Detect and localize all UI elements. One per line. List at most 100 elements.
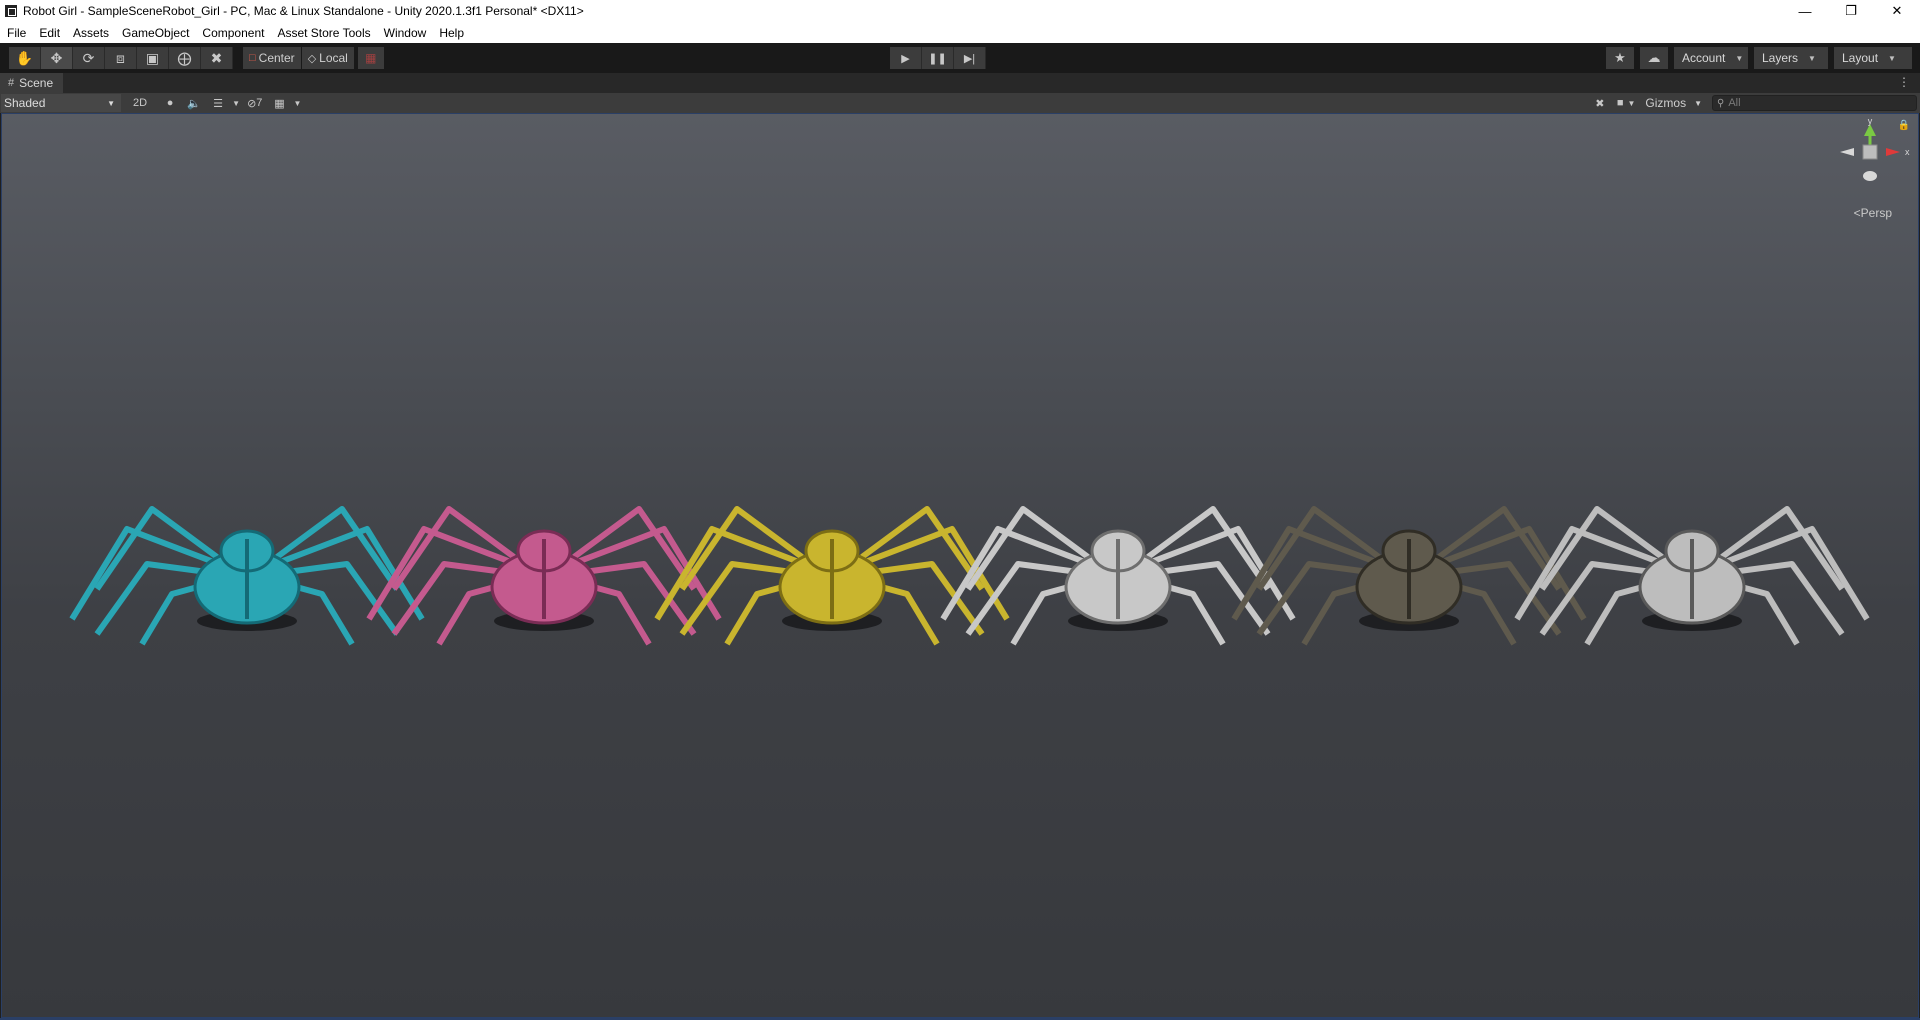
scene-visibility-toggle[interactable]: ⊘ 7 — [243, 94, 266, 112]
menu-edit[interactable]: Edit — [39, 26, 66, 40]
title-bar: Robot Girl - SampleSceneRobot_Girl - PC,… — [0, 0, 1920, 22]
x-axis-cone[interactable] — [1886, 148, 1900, 156]
unity-logo-icon — [5, 5, 17, 17]
play-icon: ▶ — [901, 52, 910, 65]
scene-tab-bar: # Scene ⋮ — [0, 73, 1920, 93]
scale-tool-button[interactable]: ⧈ — [105, 47, 137, 69]
collab-button[interactable]: ★ — [1606, 47, 1634, 69]
transform-tools: ✋ ✥ ⟳ ⧈ ▣ ⨁ ✖ — [9, 47, 233, 69]
restore-button[interactable]: ❐ — [1828, 0, 1874, 22]
chevron-down-icon: ▼ — [1694, 98, 1702, 108]
play-button[interactable]: ▶ — [890, 47, 922, 69]
lighting-toggle[interactable]: ● — [159, 94, 181, 112]
lock-icon[interactable]: 🔒 — [1898, 120, 1910, 131]
rotate-tool-button[interactable]: ⟳ — [73, 47, 105, 69]
search-icon: ⚲ — [1717, 97, 1725, 109]
spider-models[interactable] — [2, 114, 1919, 1018]
camera-icon: ■ — [1616, 97, 1624, 109]
menu-bar: File Edit Assets GameObject Component As… — [0, 22, 1920, 43]
scale-icon: ⧈ — [116, 49, 125, 66]
grid-icon: ▦ — [274, 97, 285, 110]
audio-toggle[interactable]: 🔈 — [183, 94, 205, 112]
layers-label: Layers — [1762, 51, 1799, 65]
pivot-position-toggle[interactable]: □ Center — [243, 47, 301, 69]
custom-tool-button[interactable]: ✖ — [201, 47, 233, 69]
grid-snap-icon: ▦ — [365, 51, 377, 65]
account-dropdown[interactable]: Account ▼ — [1674, 47, 1748, 69]
effects-dropdown[interactable]: ▼ — [231, 94, 241, 112]
grid-toggle[interactable]: ▦ — [268, 94, 290, 112]
camera-button[interactable]: ■ ▼ — [1613, 94, 1640, 112]
gizmos-dropdown[interactable]: Gizmos ▼ — [1641, 94, 1706, 112]
lightbulb-icon: ● — [166, 97, 174, 109]
chevron-down-icon: ▼ — [293, 98, 302, 108]
search-placeholder: All — [1728, 97, 1741, 109]
step-button[interactable]: ▶| — [954, 47, 986, 69]
chevron-down-icon: ▼ — [107, 98, 115, 108]
x-axis-label: x — [1905, 147, 1910, 157]
chevron-down-icon: ▼ — [1808, 53, 1816, 63]
shading-mode-label: Shaded — [4, 96, 46, 110]
spider-model[interactable] — [366, 506, 722, 646]
collab-icon: ★ — [1614, 50, 1626, 65]
grid-dropdown[interactable]: ▼ — [292, 94, 302, 112]
move-tool-button[interactable]: ✥ — [41, 47, 73, 69]
spider-model[interactable] — [654, 506, 1010, 646]
grid-snap-button[interactable]: ▦ — [357, 47, 384, 69]
more-options-icon[interactable]: ⋮ — [1898, 75, 1910, 89]
spider-model[interactable] — [1231, 506, 1587, 646]
window-title: Robot Girl - SampleSceneRobot_Girl - PC,… — [23, 4, 584, 18]
transform-icon: ⨁ — [177, 49, 192, 66]
shading-mode-dropdown[interactable]: Shaded ▼ — [1, 94, 121, 112]
rect-tool-button[interactable]: ▣ — [137, 47, 169, 69]
tools-button[interactable]: ✖ — [1589, 94, 1611, 112]
spider-model[interactable] — [1514, 506, 1870, 646]
scene-tab-label: Scene — [19, 76, 54, 90]
pivot-center-icon: □ — [249, 52, 256, 64]
scene-toolbar: Shaded ▼ 2D ● 🔈 ☰ ▼ ⊘ 7 ▦ ▼ ✖ ■ ▼ Gizmos… — [0, 93, 1920, 113]
neg-z-axis-cone[interactable] — [1863, 171, 1877, 181]
rotate-icon: ⟳ — [82, 49, 95, 66]
scene-viewport[interactable]: y x 🔒 <Persp — [1, 113, 1919, 1018]
2d-toggle[interactable]: 2D — [129, 94, 151, 112]
scene-toolbar-right: ✖ ■ ▼ Gizmos ▼ ⚲ All — [1587, 94, 1917, 112]
neg-x-axis-cone[interactable] — [1840, 148, 1854, 156]
menu-window[interactable]: Window — [384, 26, 433, 40]
gizmo-center-cube[interactable] — [1862, 144, 1878, 160]
local-cube-icon: ◇ — [307, 52, 317, 65]
effects-toggle[interactable]: ☰ — [207, 94, 229, 112]
menu-help[interactable]: Help — [439, 26, 470, 40]
hand-tool-button[interactable]: ✋ — [9, 47, 41, 69]
layers-dropdown[interactable]: Layers ▼ — [1754, 47, 1828, 69]
account-label: Account — [1682, 51, 1726, 65]
transform-tool-button[interactable]: ⨁ — [169, 47, 201, 69]
menu-component[interactable]: Component — [202, 26, 270, 40]
window-controls: — ❐ ✕ — [1782, 0, 1920, 22]
menu-asset-store-tools[interactable]: Asset Store Tools — [277, 26, 376, 40]
spider-model[interactable] — [69, 506, 425, 646]
layout-dropdown[interactable]: Layout ▼ — [1834, 47, 1912, 69]
pause-button[interactable]: ❚❚ — [922, 47, 954, 69]
menu-assets[interactable]: Assets — [73, 26, 115, 40]
hand-icon: ✋ — [15, 49, 34, 66]
menu-gameobject[interactable]: GameObject — [122, 26, 195, 40]
close-button[interactable]: ✕ — [1874, 0, 1920, 22]
cloud-button[interactable]: ☁ — [1640, 47, 1668, 69]
minimize-button[interactable]: — — [1782, 0, 1828, 22]
search-input[interactable]: ⚲ All — [1712, 95, 1917, 111]
persp-chevron-icon: < — [1853, 206, 1861, 220]
toolbar-right: ★ ☁ Account ▼ Layers ▼ Layout ▼ — [1600, 47, 1912, 69]
tools-icon: ✖ — [210, 49, 223, 66]
chevron-down-icon: ▼ — [1735, 53, 1744, 63]
spider-model[interactable] — [940, 506, 1296, 646]
pause-icon: ❚❚ — [928, 52, 947, 65]
pivot-rotation-toggle[interactable]: ◇ Local — [301, 47, 354, 69]
step-icon: ▶| — [963, 52, 976, 65]
projection-toggle[interactable]: <Persp — [1854, 206, 1892, 220]
tab-scene[interactable]: # Scene — [0, 73, 64, 93]
layout-label: Layout — [1842, 51, 1879, 65]
rect-icon: ▣ — [145, 49, 160, 66]
menu-file[interactable]: File — [7, 26, 32, 40]
y-axis-label: y — [1868, 118, 1873, 126]
chevron-down-icon: ▼ — [1627, 98, 1636, 108]
